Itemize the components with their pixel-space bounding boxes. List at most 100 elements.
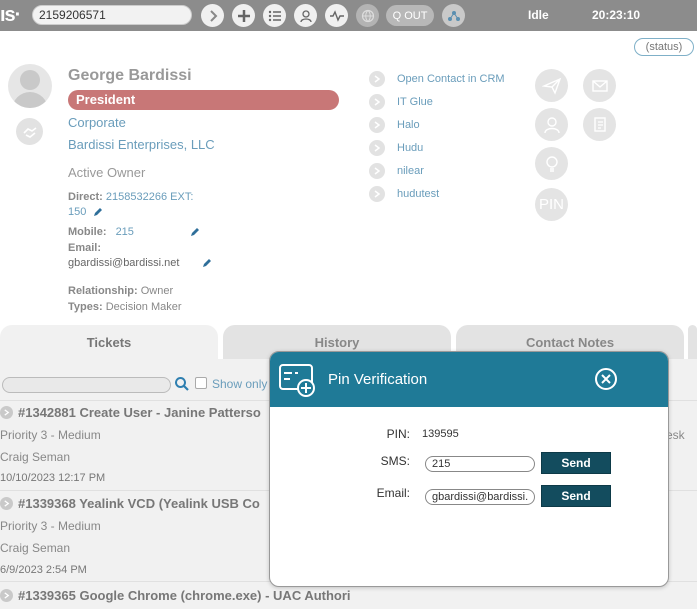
chevron-right-icon (0, 589, 13, 602)
tab-tickets[interactable]: Tickets (0, 325, 218, 359)
handshake-icon[interactable] (16, 118, 43, 145)
ticket-owner: Craig Seman (0, 541, 71, 555)
link-label[interactable]: hudutest (397, 188, 439, 200)
link-hudu[interactable]: Hudu (369, 140, 423, 156)
link-label[interactable]: Hudu (397, 142, 423, 154)
ticket-title[interactable]: #1339368 Yealink VCD (Yealink USB Co (0, 496, 260, 511)
mobile-row: Mobile: 215 (68, 226, 134, 238)
link-nilear[interactable]: nilear (369, 163, 424, 179)
link-halo[interactable]: Halo (369, 117, 420, 133)
sms-number-input[interactable] (425, 456, 535, 472)
dialog-title: Pin Verification (328, 371, 428, 388)
documents-icon (593, 116, 606, 132)
sms-label: SMS: (380, 454, 410, 468)
ticket-title-text[interactable]: #1342881 Create User - Janine Patterso (18, 405, 261, 420)
send-email-button[interactable]: Send (541, 485, 611, 507)
ticket-date: 10/10/2023 12:17 PM (0, 472, 106, 484)
globe-icon[interactable] (356, 4, 379, 27)
ticket-search-input[interactable] (2, 377, 171, 393)
ticket-title-text[interactable]: #1339368 Yealink VCD (Yealink USB Co (18, 496, 260, 511)
edit-direct-icon[interactable] (92, 206, 104, 218)
show-only-label: Show only (212, 377, 268, 391)
link-label[interactable]: Open Contact in CRM (397, 73, 505, 85)
edit-email-icon[interactable] (201, 257, 213, 269)
app-logo: ıs· (0, 4, 21, 26)
company-name[interactable]: Bardissi Enterprises, LLC (68, 137, 215, 152)
network-icon[interactable] (442, 4, 465, 27)
email-button[interactable] (583, 69, 616, 102)
direct-extension[interactable]: 150 (68, 206, 86, 218)
contact-type: Corporate (68, 115, 126, 130)
lightbulb-dollar-icon (545, 155, 558, 172)
chevron-right-icon (369, 186, 385, 202)
contact-role: Active Owner (68, 165, 146, 180)
link-open-crm[interactable]: Open Contact in CRM (369, 71, 505, 87)
direct-ext-row: 150 (68, 206, 86, 218)
agent-status: Idle (528, 8, 549, 22)
email-value[interactable]: gbardissi@bardissi.net (68, 257, 179, 269)
ticket-title-text[interactable]: #1339365 Google Chrome (chrome.exe) - UA… (18, 588, 351, 603)
send-sms-button[interactable]: Send (541, 452, 611, 474)
search-icon[interactable] (174, 376, 190, 392)
contact-avatar (8, 64, 52, 108)
status-pill[interactable]: (status) (634, 38, 694, 56)
ticket-priority: Priority 3 - Medium (0, 428, 101, 442)
phone-number-input[interactable] (32, 5, 192, 25)
documents-button[interactable] (583, 108, 616, 141)
email-address-input[interactable] (425, 489, 535, 505)
pin-button[interactable]: PIN (535, 188, 568, 221)
ticket-title[interactable]: #1342881 Create User - Janine Patterso (0, 405, 261, 420)
contact-profile-button[interactable] (535, 108, 568, 141)
direct-label: Direct: (68, 191, 103, 203)
link-it-glue[interactable]: IT Glue (369, 94, 433, 110)
relationship-row: Relationship: Owner (68, 285, 173, 297)
ticket-priority: Priority 3 - Medium (0, 519, 101, 533)
user-icon (543, 116, 560, 133)
link-label[interactable]: IT Glue (397, 96, 433, 108)
plus-icon[interactable] (232, 4, 255, 27)
email-label: Email: (68, 242, 102, 254)
direct-phone[interactable]: 2158532266 EXT: (106, 191, 193, 203)
tab-more[interactable] (688, 325, 697, 359)
ticket-date: 6/9/2023 2:54 PM (0, 564, 87, 576)
chevron-right-icon (369, 163, 385, 179)
close-icon[interactable] (595, 368, 617, 390)
edit-mobile-icon[interactable] (189, 226, 201, 238)
types-label: Types: (68, 301, 103, 313)
pin-verification-dialog: Pin Verification PIN: 139595 SMS: Send E… (269, 351, 669, 587)
pulse-icon[interactable] (325, 4, 348, 27)
types-row: Types: Decision Maker (68, 301, 182, 313)
chevron-right-icon (369, 71, 385, 87)
q-out-button[interactable]: Q OUT (386, 5, 434, 26)
top-bar: ıs· Q OUT Idle 20:23:10 (0, 0, 697, 31)
user-icon[interactable] (294, 4, 317, 27)
link-label[interactable]: nilear (397, 165, 424, 177)
send-message-button[interactable] (535, 69, 568, 102)
chevron-right-icon (369, 94, 385, 110)
email-label: Email: (376, 486, 410, 500)
ticket-owner: Craig Seman (0, 450, 71, 464)
contact-name: George Bardissi (68, 67, 192, 84)
link-hudutest[interactable]: hudutest (369, 186, 439, 202)
billing-button[interactable] (535, 147, 568, 180)
chevron-right-icon (0, 406, 13, 419)
contact-title-badge: President (68, 90, 339, 110)
pin-label: PIN: (386, 427, 410, 441)
status-timer: 20:23:10 (592, 8, 641, 22)
relationship-label: Relationship: (68, 285, 138, 297)
chevron-right-icon (369, 117, 385, 133)
show-only-checkbox[interactable] (195, 377, 207, 389)
list-icon[interactable] (263, 4, 286, 27)
mobile-label: Mobile: (68, 226, 107, 238)
link-label[interactable]: Halo (397, 119, 420, 131)
pin-value: 139595 (422, 428, 459, 440)
dialog-header: Pin Verification (270, 352, 668, 407)
add-card-icon (279, 364, 315, 397)
paper-plane-icon (541, 77, 561, 95)
mobile-phone[interactable]: 215 (116, 226, 134, 238)
envelope-icon (591, 79, 608, 92)
chevron-right-icon[interactable] (201, 4, 224, 27)
types-value: Decision Maker (105, 301, 182, 313)
ticket-title[interactable]: #1339365 Google Chrome (chrome.exe) - UA… (0, 588, 351, 603)
chevron-right-icon (369, 140, 385, 156)
